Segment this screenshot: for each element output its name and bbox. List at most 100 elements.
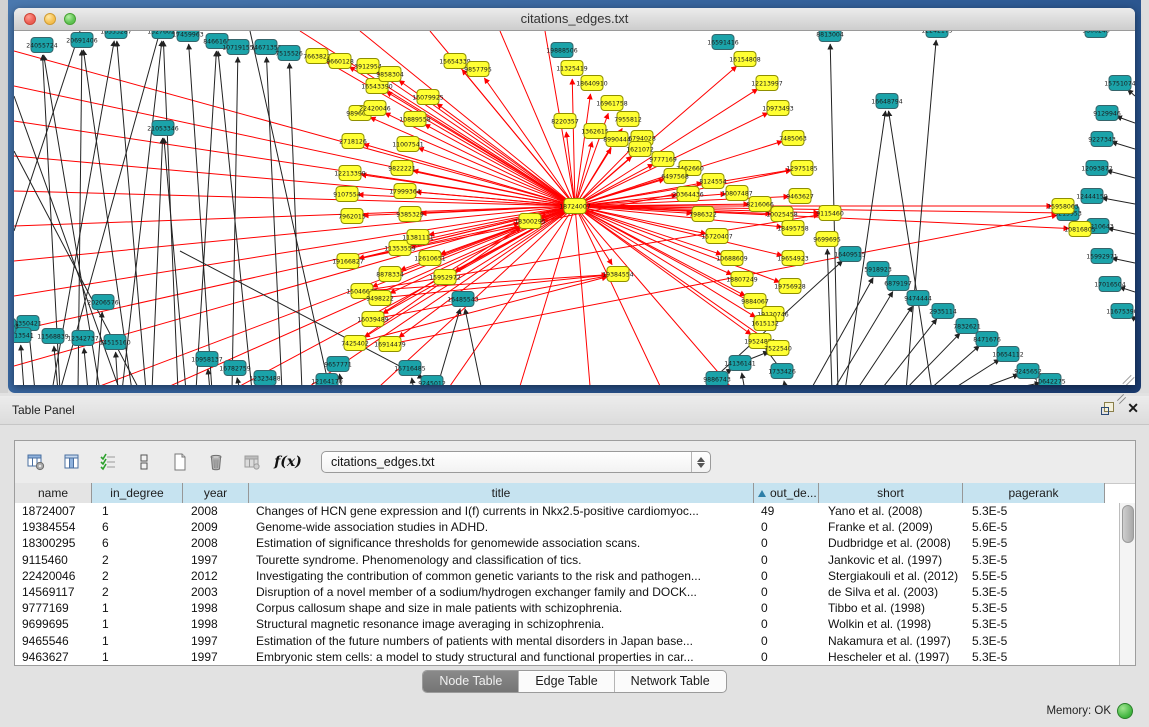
graph-node[interactable]: 18807249 [726,272,758,287]
tab-edge-table[interactable]: Edge Table [519,671,614,692]
graph-node[interactable]: 12323488 [249,371,281,386]
graph-node[interactable]: 10816805 [1064,222,1096,237]
graph-node[interactable]: 8471676 [973,332,1001,347]
canvas-resize-grip[interactable] [1122,372,1132,382]
graph-node[interactable]: 17999364 [389,184,421,199]
graph-node[interactable]: 9245652 [1014,364,1042,379]
table-row[interactable]: 946362711997Embryonic stem cells: a mode… [15,649,1119,665]
graph-node[interactable]: 16039489 [357,312,389,327]
column-header-pagerank[interactable]: pagerank [963,483,1105,503]
graph-node[interactable]: 10025458 [766,207,798,222]
delete-column-icon[interactable] [201,447,231,477]
table-row[interactable]: 2242004622012Investigating the contribut… [15,568,1119,584]
graph-node[interactable]: 9115460 [816,206,844,221]
graph-node[interactable]: 7962015 [338,209,366,224]
graph-node[interactable]: 9385329 [396,207,424,222]
graph-node[interactable]: 19166827 [332,254,364,269]
table-row[interactable]: 1830029562008Estimation of significance … [15,535,1119,551]
graph-node[interactable]: 7832621 [953,319,981,334]
graph-node[interactable]: 7955812 [614,112,642,127]
graph-node[interactable]: 10553287 [100,31,132,39]
memory-status-indicator[interactable] [1117,703,1133,719]
graph-node[interactable]: 12242179 [921,31,953,38]
graph-node[interactable]: 7522540 [764,341,792,356]
import-table-icon[interactable] [237,447,267,477]
graph-node[interactable]: 8990444 [603,132,631,147]
function-builder-icon[interactable]: f(x) [273,447,303,477]
table-row[interactable]: 977716911998Corpus callosum shape and si… [15,600,1119,616]
tab-network-table[interactable]: Network Table [615,671,726,692]
graph-node[interactable]: 7986322 [689,207,717,222]
scrollbar-thumb[interactable] [1122,505,1134,543]
graph-node[interactable]: 1621072 [626,142,654,157]
graph-node[interactable]: 15958063 [1047,199,1079,214]
graph-node[interactable]: 9463627 [786,189,814,204]
graph-node[interactable]: 12093872 [1081,161,1113,176]
table-row[interactable]: 911546021997Tourette syndrome. Phenomeno… [15,552,1119,568]
graph-node[interactable]: 7425402 [341,336,369,351]
graph-node[interactable]: 18300295 [514,214,546,229]
graph-node[interactable]: 9660128 [326,54,354,69]
graph-node[interactable]: 12444159 [1076,189,1108,204]
graph-node[interactable]: 12213399 [334,166,366,181]
graph-node[interactable]: 11568839 [37,329,69,344]
graph-node[interactable]: 9227343 [1088,132,1116,147]
graph-node[interactable]: 7485063 [779,131,807,146]
select-columns-icon[interactable] [93,447,123,477]
graph-node[interactable]: 6497568 [661,169,689,184]
graph-node[interactable]: 12975185 [786,161,818,176]
graph-node[interactable]: 18640910 [576,76,608,91]
graph-node[interactable]: 9107554 [333,187,361,202]
graph-node[interactable]: 8813004 [816,31,844,42]
graph-node[interactable]: 1733426 [768,364,796,379]
graph-node[interactable]: 20206576 [87,295,119,310]
graph-node[interactable]: 12213997 [751,76,783,91]
column-header-year[interactable]: year [183,483,249,503]
new-column-icon[interactable] [165,447,195,477]
graph-node[interactable]: 22420046 [359,101,391,116]
graph-node[interactable]: 9858304 [376,67,404,82]
graph-node[interactable]: 10958137 [191,352,223,367]
graph-node[interactable]: 16914479 [374,337,406,352]
graph-node[interactable]: 9886743 [703,372,731,386]
graph-node[interactable]: 19384554 [602,267,634,282]
graph-node[interactable]: 9657771 [324,357,352,372]
table-mode-icon[interactable] [21,447,51,477]
graph-node[interactable]: 15720407 [701,229,733,244]
graph-node[interactable]: 10719155 [222,40,254,55]
graph-node[interactable]: 9822221 [388,161,416,176]
table-row[interactable]: 1456911722003Disruption of a novel membe… [15,584,1119,600]
graph-node[interactable]: 12164170 [311,374,343,386]
graph-node[interactable]: 16154808 [729,52,761,67]
graph-node[interactable]: 9777169 [649,152,677,167]
graph-node[interactable]: 8878334 [376,267,404,282]
graph-node[interactable]: 24055724 [26,38,58,53]
column-header-out_de[interactable]: out_de... [754,483,819,503]
graph-node[interactable]: 16591416 [707,35,739,50]
graph-node[interactable]: 9699695 [813,232,841,247]
graph-node[interactable]: 10807487 [721,186,753,201]
graph-node[interactable]: 16485543 [447,292,479,307]
graph-node[interactable]: 11381111 [402,230,434,245]
graph-node[interactable]: 9857795 [464,62,492,77]
graph-node[interactable]: 11007541 [392,137,424,152]
graph-node[interactable]: 21053346 [147,121,179,136]
graph-node[interactable]: 15751074 [1104,76,1135,91]
citation-network-graph[interactable]: 2405572420691406105532871527602717459963… [14,31,1135,385]
graph-node[interactable]: 11325419 [556,61,588,76]
graph-node[interactable]: 8216066 [746,197,774,212]
table-select-dropdown[interactable]: citations_edges.txt [321,451,711,473]
column-header-short[interactable]: short [819,483,963,503]
graph-node[interactable]: 10654112 [992,347,1024,362]
graph-node[interactable]: 2935114 [929,304,957,319]
graph-node[interactable]: 8220357 [551,114,579,129]
close-icon[interactable]: ✕ [1127,401,1139,415]
graph-node[interactable]: 10889558 [399,112,431,127]
graph-node[interactable]: 16782759 [219,361,251,376]
graph-node[interactable]: 2718126 [339,134,367,149]
table-scrollbar[interactable] [1119,503,1135,665]
graph-node[interactable]: 9498222 [366,291,394,306]
graph-node[interactable]: 17016504 [1094,277,1126,292]
graph-node[interactable]: 15716485 [394,361,426,376]
graph-node[interactable]: 18724007 [559,199,591,214]
